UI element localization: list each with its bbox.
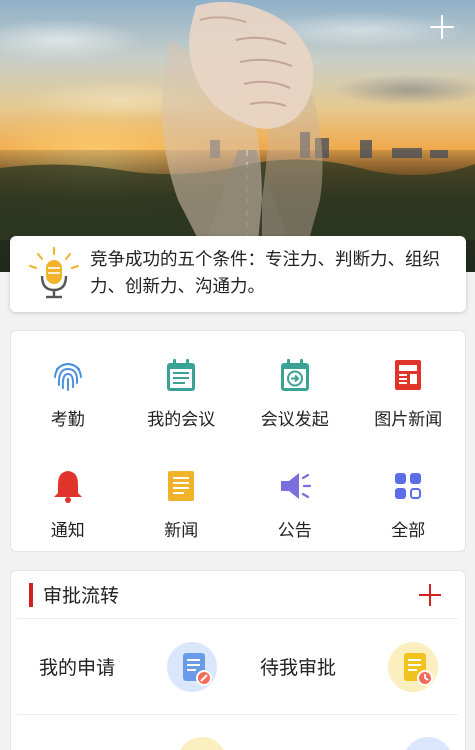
approval-header: 审批流转 — [17, 571, 459, 619]
calendar-list-icon — [167, 359, 196, 391]
pending-approval-icon — [388, 641, 438, 692]
my-application-label: 我的申请 — [39, 657, 116, 679]
grid-item-photo-news[interactable]: 图片新闻 — [352, 331, 466, 442]
approval-title: 审批流转 — [43, 585, 120, 607]
grid-item-label: 考勤 — [50, 410, 85, 430]
approval-row: 我的申请 待我审批 — [17, 619, 459, 715]
my-application-icon — [167, 641, 217, 692]
grid-item-news[interactable]: 新闻 — [125, 442, 239, 553]
announcement-text: 竞争成功的五个条件：专注力、判断力、组织力、创新力、沟通力。 — [90, 250, 440, 297]
calendar-arrow-icon — [280, 359, 309, 391]
approval-next-row — [17, 715, 459, 750]
next-item-icon — [177, 737, 227, 750]
clasped-hands-image — [0, 1, 475, 272]
grid-item-label: 全部 — [391, 521, 426, 541]
section-accent-bar — [29, 582, 33, 607]
grid-item-label: 新闻 — [164, 521, 199, 541]
pending-approval-item[interactable]: 待我审批 — [238, 619, 459, 714]
hero-banner — [0, 0, 475, 272]
approval-card: 审批流转 我的申请 待我审批 — [10, 570, 466, 750]
add-approval-button[interactable] — [419, 584, 441, 606]
newspaper-icon — [395, 360, 422, 390]
fingerprint-icon — [53, 362, 82, 391]
document-icon — [168, 471, 195, 501]
bell-icon — [53, 471, 82, 503]
grid-item-all[interactable]: 全部 — [352, 442, 466, 553]
grid-apps-icon — [395, 473, 422, 499]
grid-item-label: 图片新闻 — [374, 410, 443, 430]
function-grid-card: 考勤 我的会议 会议发起 图片新闻 通知 新闻 公告 全部 — [10, 330, 466, 552]
grid-item-announcement[interactable]: 公告 — [238, 442, 352, 553]
grid-item-my-meetings[interactable]: 我的会议 — [125, 331, 239, 442]
grid-item-notice[interactable]: 通知 — [11, 442, 125, 553]
next-item-icon — [403, 737, 453, 750]
grid-item-attendance[interactable]: 考勤 — [11, 331, 125, 442]
grid-item-label: 通知 — [50, 521, 85, 541]
my-application-item[interactable]: 我的申请 — [17, 619, 238, 714]
announcement-card[interactable]: 竞争成功的五个条件：专注力、判断力、组织力、创新力、沟通力。 — [10, 236, 466, 312]
function-grid: 考勤 我的会议 会议发起 图片新闻 通知 新闻 公告 全部 — [11, 331, 465, 553]
grid-item-label: 我的会议 — [147, 410, 216, 430]
add-button[interactable] — [427, 12, 457, 42]
microphone-icon — [29, 247, 79, 299]
pending-approval-label: 待我审批 — [260, 657, 337, 679]
grid-item-start-meeting[interactable]: 会议发起 — [238, 331, 352, 442]
grid-item-label: 公告 — [277, 521, 312, 541]
megaphone-icon — [280, 473, 311, 499]
grid-item-label: 会议发起 — [260, 410, 329, 430]
